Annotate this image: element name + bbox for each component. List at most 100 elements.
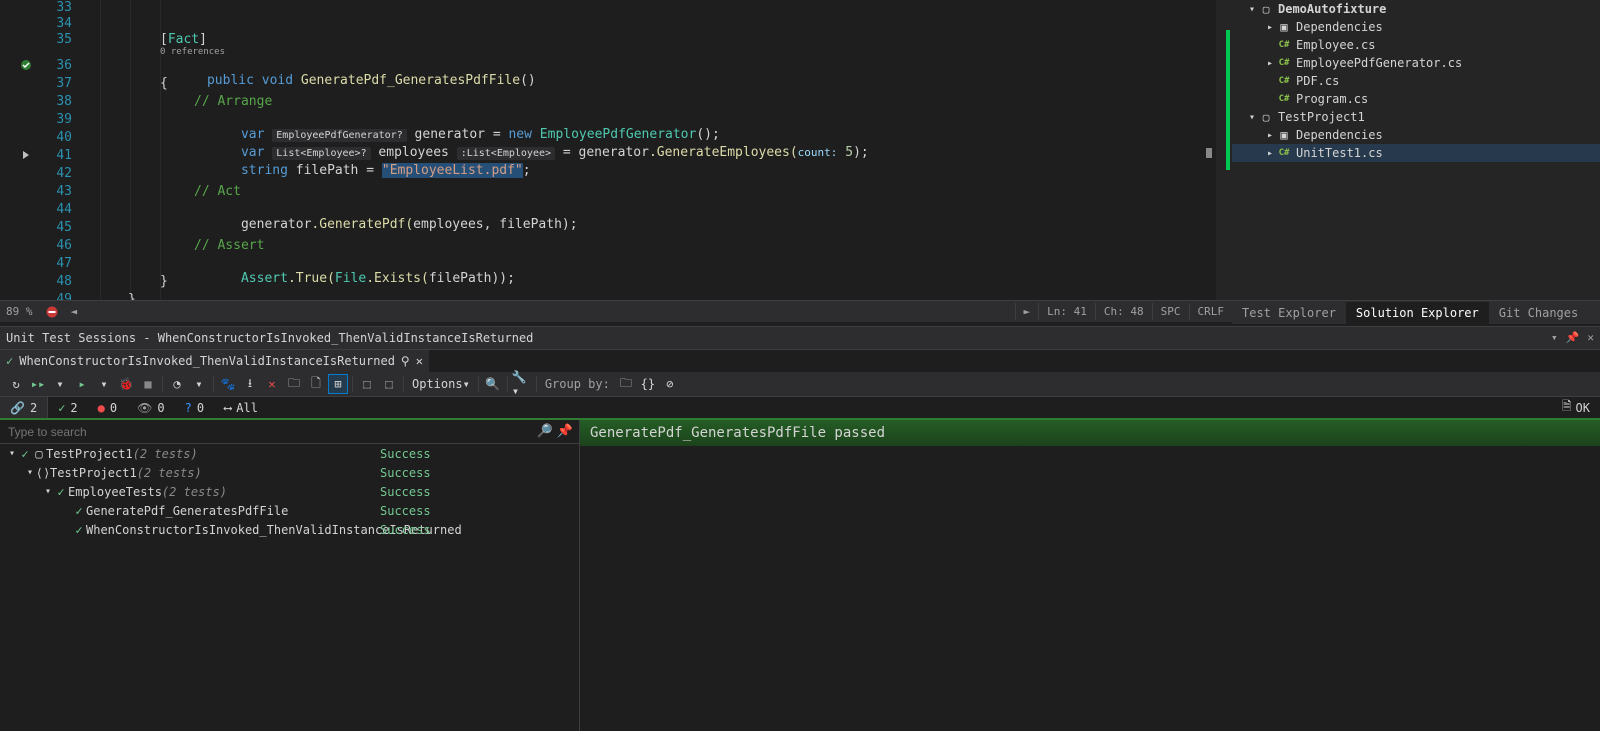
solution-item[interactable]: ▾▢DemoAutofixture: [1232, 0, 1600, 18]
code-text: generator: [241, 217, 311, 232]
groupby-project-button[interactable]: 🗀: [616, 374, 636, 394]
solution-item[interactable]: ▸▣Dependencies: [1232, 126, 1600, 144]
run-all-button[interactable]: ▸▸: [28, 374, 48, 394]
status-char[interactable]: Ch: 48: [1095, 303, 1152, 320]
debug-button[interactable]: 🐞: [116, 374, 136, 394]
groupby-category-button[interactable]: ⊘: [660, 374, 680, 394]
coverage-button[interactable]: ◔: [167, 374, 187, 394]
solution-item[interactable]: C#PDF.cs: [1232, 72, 1600, 90]
tab-test-explorer[interactable]: Test Explorer: [1232, 302, 1346, 324]
test-tree-row[interactable]: ▾✓▢TestProject1 (2 tests)Success: [0, 444, 579, 463]
solution-item[interactable]: C# Program.cs: [1232, 90, 1600, 108]
zoom-level[interactable]: 89 %: [0, 305, 39, 318]
file-icon: 🗎: [1562, 397, 1572, 418]
test-name: TestProject1: [46, 447, 133, 461]
session-tab[interactable]: ✓ WhenConstructorIsInvoked_ThenValidInst…: [0, 350, 430, 372]
pending-icon: ?: [185, 401, 192, 415]
collapse-button[interactable]: ⬚: [379, 374, 399, 394]
side-panel-tabs: Test Explorer Solution Explorer Git Chan…: [1232, 300, 1600, 324]
inline-param-hint: count:: [798, 146, 838, 159]
run-button-dropdown[interactable]: ▾: [94, 374, 114, 394]
solution-item-label: Program.cs: [1296, 92, 1368, 106]
solution-item[interactable]: ▸C#UnitTest1.cs: [1232, 144, 1600, 162]
test-tree-row[interactable]: ▾⟨⟩TestProject1 (2 tests)Success: [0, 463, 579, 482]
filter-all[interactable]: ⟷All: [214, 397, 268, 418]
expand-caret-icon[interactable]: ▸: [1264, 58, 1276, 69]
pass-icon: ✓: [54, 485, 68, 499]
search-icon[interactable]: 🔎: [537, 424, 553, 439]
pin-search-icon[interactable]: 📌: [557, 424, 573, 439]
expand-caret-icon[interactable]: ▸: [1264, 130, 1276, 141]
code-editor[interactable]: 33 34 35 36 37 38 39 40 41 42 43 44 45 4…: [0, 0, 1232, 320]
lock-button[interactable]: 🗀: [284, 374, 304, 394]
tab-solution-explorer[interactable]: Solution Explorer: [1346, 302, 1489, 324]
remove-button[interactable]: ✕: [262, 374, 282, 394]
test-pass-glyph-icon[interactable]: [20, 59, 34, 73]
filter-broken[interactable]: 🔗2: [0, 397, 48, 418]
line-number: 40: [56, 130, 72, 145]
line-number: 36: [56, 58, 72, 73]
test-tree-row[interactable]: ▾✓EmployeeTests (2 tests)Success: [0, 482, 579, 501]
refresh-button[interactable]: ↻: [6, 374, 26, 394]
window-dropdown-icon[interactable]: ▾: [1551, 331, 1558, 344]
test-tree-row[interactable]: ✓GeneratePdf_GeneratesPdfFile Success: [0, 501, 579, 520]
no-issues-icon[interactable]: [39, 305, 65, 319]
editor-splitter-handle[interactable]: [1206, 148, 1212, 158]
expand-caret-icon[interactable]: ▾: [24, 467, 36, 478]
lightbulb-icon[interactable]: [20, 149, 34, 163]
expand-caret-icon[interactable]: ▸: [1264, 22, 1276, 33]
close-tab-icon[interactable]: ✕: [416, 354, 423, 368]
options-dropdown[interactable]: Options ▾: [408, 374, 474, 394]
expand-caret-icon[interactable]: ▾: [1246, 4, 1258, 15]
code-text: =: [366, 163, 374, 178]
fail-icon: ●: [98, 401, 105, 415]
new-session-button[interactable]: 🗋: [306, 374, 326, 394]
groupby-namespace-button[interactable]: {}: [638, 374, 658, 394]
nav-left-icon[interactable]: ◄: [65, 305, 84, 318]
tab-git-changes[interactable]: Git Changes: [1489, 302, 1588, 324]
code-text: Assert: [241, 271, 288, 286]
line-number: 34: [56, 16, 72, 31]
nav-right-icon[interactable]: ►: [1015, 303, 1039, 320]
run-dropdown[interactable]: ▾: [50, 374, 70, 394]
stop-button[interactable]: ■: [138, 374, 158, 394]
autohide-icon[interactable]: 📌: [1566, 331, 1580, 344]
toggle-autoscroll-button[interactable]: ⊞: [328, 374, 348, 394]
status-line[interactable]: Ln: 41: [1038, 303, 1095, 320]
filter-button[interactable]: 🔍: [483, 374, 503, 394]
close-panel-icon[interactable]: ✕: [1587, 331, 1594, 344]
ok-label: OK: [1576, 401, 1590, 415]
test-tree-row[interactable]: ✓WhenConstructorIsInvoked_ThenValidInsta…: [0, 520, 579, 539]
code-text: ,: [484, 217, 492, 232]
filter-failed[interactable]: ●0: [88, 397, 127, 418]
solution-item[interactable]: ▸C#EmployeePdfGenerator.cs: [1232, 54, 1600, 72]
filter-pending[interactable]: ?0: [175, 397, 214, 418]
expand-caret-icon[interactable]: ▾: [6, 448, 18, 459]
status-indent[interactable]: SPC: [1152, 303, 1189, 320]
expand-caret-icon[interactable]: ▾: [1246, 112, 1258, 123]
coverage-dropdown[interactable]: ▾: [189, 374, 209, 394]
solution-item[interactable]: ▸▣Dependencies: [1232, 18, 1600, 36]
track-button[interactable]: 🐾: [218, 374, 238, 394]
solution-item[interactable]: ▾▢TestProject1: [1232, 108, 1600, 126]
test-search-input[interactable]: [0, 420, 579, 443]
solution-item[interactable]: C#Employee.cs: [1232, 36, 1600, 54]
export-button[interactable]: ⭳: [240, 374, 260, 394]
filter-ignored[interactable]: 👁0: [127, 397, 174, 418]
filter-passed[interactable]: ✓2: [48, 397, 87, 418]
settings-button[interactable]: 🔧▾: [512, 374, 532, 394]
codelens-references[interactable]: 0 references: [160, 47, 225, 57]
solution-item-label: TestProject1: [1278, 110, 1365, 124]
expand-caret-icon[interactable]: ▾: [42, 486, 54, 497]
code-string-selected: "EmployeeList.pdf": [382, 163, 523, 178]
pin-icon[interactable]: ⚲: [401, 354, 410, 368]
pass-icon: ✓: [72, 523, 86, 537]
editor-vertical-scrollbar[interactable]: [1216, 0, 1232, 300]
status-eol[interactable]: CRLF: [1189, 303, 1233, 320]
run-button[interactable]: ▸: [72, 374, 92, 394]
expand-caret-icon[interactable]: ▸: [1264, 148, 1276, 159]
code-text: .Exists(: [366, 271, 429, 286]
csharp-file-icon: C#: [1276, 92, 1292, 106]
expand-button[interactable]: ⬚: [357, 374, 377, 394]
code-text: string: [241, 163, 288, 178]
